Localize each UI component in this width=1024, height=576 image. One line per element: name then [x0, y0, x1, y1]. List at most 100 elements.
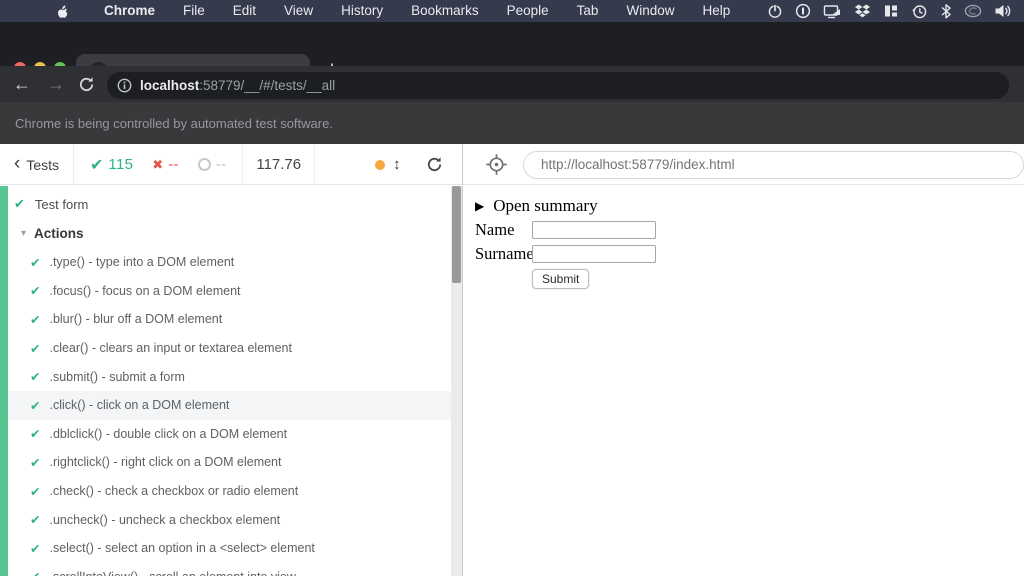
- submit-row: Submit: [475, 269, 1024, 289]
- menu-view[interactable]: View: [270, 0, 327, 22]
- failed-x-icon: ✖: [152, 157, 163, 173]
- automation-banner: Chrome is being controlled by automated …: [0, 102, 1024, 144]
- suite-title: Test form: [35, 197, 88, 212]
- test-item-clear[interactable]: ✔ .clear() - clears an input or textarea…: [8, 334, 452, 363]
- test-list: ✔ Test form ▾ Actions ✔ .type() - type i…: [8, 186, 452, 576]
- check-icon: ✔: [30, 283, 40, 298]
- test-duration: 117.76: [243, 144, 315, 185]
- reporter-test-list: ✔ Test form ▾ Actions ✔ .type() - type i…: [0, 186, 463, 576]
- dropbox-icon[interactable]: [854, 3, 871, 19]
- test-item-focus[interactable]: ✔ .focus() - focus on a DOM element: [8, 277, 452, 306]
- back-to-tests-button[interactable]: ‹ Tests: [0, 144, 74, 185]
- check-icon: ✔: [30, 341, 40, 356]
- test-item-label: .type() - type into a DOM element: [49, 255, 234, 269]
- test-item-label: .blur() - blur off a DOM element: [49, 312, 222, 326]
- surname-input[interactable]: [532, 245, 656, 263]
- volume-icon[interactable]: [994, 3, 1012, 19]
- cypress-runner: ‹ Tests ✔ 115 ✖ -- -- 117.76: [0, 144, 1024, 576]
- name-input[interactable]: [532, 221, 656, 239]
- failed-count: --: [168, 156, 179, 173]
- check-icon: ✔: [30, 255, 40, 270]
- passed-count: 115: [108, 156, 133, 173]
- menu-edit[interactable]: Edit: [219, 0, 270, 22]
- pending-circle-icon: [198, 158, 211, 171]
- macos-menubar: Chrome File Edit View History Bookmarks …: [0, 0, 1024, 22]
- forward-icon[interactable]: →: [42, 66, 70, 102]
- url-path: :58779/__/#/tests/__all: [199, 78, 335, 93]
- test-item-submit[interactable]: ✔ .submit() - submit a form: [8, 362, 452, 391]
- reporter-header: ‹ Tests ✔ 115 ✖ -- -- 117.76: [0, 144, 463, 185]
- test-item-uncheck[interactable]: ✔ .uncheck() - uncheck a checkbox elemen…: [8, 505, 452, 534]
- info-circle-icon[interactable]: [795, 3, 811, 19]
- menu-file[interactable]: File: [169, 0, 219, 22]
- test-stats: ✔ 115 ✖ -- --: [74, 144, 243, 185]
- swirl-icon[interactable]: [964, 3, 982, 19]
- test-item-label: .rightclick() - right click on a DOM ele…: [49, 455, 281, 469]
- test-item-label: .uncheck() - uncheck a checkbox element: [49, 513, 280, 527]
- back-icon[interactable]: ←: [8, 66, 36, 102]
- menu-history[interactable]: History: [327, 0, 397, 22]
- test-item-select[interactable]: ✔ .select() - select an option in a <sel…: [8, 534, 452, 563]
- automation-banner-text: Chrome is being controlled by automated …: [15, 116, 333, 131]
- menu-items: Chrome File Edit View History Bookmarks …: [90, 0, 744, 22]
- chrome-tabstrip: cy cypress ✕ +: [0, 22, 1024, 66]
- back-to-tests-label: Tests: [26, 157, 59, 173]
- aut-header: [464, 144, 1024, 185]
- url-host: localhost: [140, 78, 199, 93]
- menubar-status-icons: [767, 3, 1024, 20]
- time-machine-icon[interactable]: [911, 3, 928, 20]
- test-item-scrollintoview[interactable]: ✔ .scrollIntoView() - scroll an element …: [8, 563, 452, 576]
- open-summary-details[interactable]: ▶ Open summary: [475, 196, 1024, 216]
- stat-passed[interactable]: ✔ 115: [90, 155, 133, 175]
- runner-header: ‹ Tests ✔ 115 ✖ -- -- 117.76: [0, 144, 1024, 185]
- restart-tests-button[interactable]: [425, 155, 444, 174]
- check-icon: ✔: [30, 512, 40, 527]
- address-bar[interactable]: localhost:58779/__/#/tests/__all: [107, 72, 1009, 99]
- pending-count: --: [216, 156, 227, 173]
- stat-failed[interactable]: ✖ --: [152, 156, 179, 173]
- menu-chrome[interactable]: Chrome: [90, 0, 169, 22]
- test-item-label: .select() - select an option in a <selec…: [49, 541, 314, 555]
- test-item-dblclick[interactable]: ✔ .dblclick() - double click on a DOM el…: [8, 420, 452, 449]
- test-item-check[interactable]: ✔ .check() - check a checkbox or radio e…: [8, 477, 452, 506]
- suite-test-form[interactable]: ✔ Test form: [8, 189, 452, 219]
- site-info-icon[interactable]: [117, 78, 132, 93]
- menu-bookmarks[interactable]: Bookmarks: [397, 0, 493, 22]
- caret-down-icon: ▾: [21, 228, 26, 239]
- selector-playground-icon[interactable]: [485, 153, 508, 176]
- test-item-label: .focus() - focus on a DOM element: [49, 284, 240, 298]
- test-item-blur[interactable]: ✔ .blur() - blur off a DOM element: [8, 305, 452, 334]
- window-tiles-icon[interactable]: [883, 3, 899, 19]
- status-dot-icon: [375, 160, 385, 170]
- test-item-label: .submit() - submit a form: [49, 370, 184, 384]
- scrollbar-thumb[interactable]: [452, 186, 461, 283]
- bluetooth-icon[interactable]: [940, 3, 952, 20]
- apple-menu[interactable]: [55, 3, 70, 20]
- check-icon: ✔: [30, 541, 40, 556]
- surname-row: Surname: [475, 244, 1024, 264]
- check-icon: ✔: [30, 369, 40, 384]
- check-icon: ✔: [30, 484, 40, 499]
- chrome-toolbar: ← → localhost:58779/__/#/tests/__all: [0, 66, 1024, 102]
- suite-pass-strip: [0, 186, 8, 576]
- stat-pending[interactable]: --: [198, 156, 227, 173]
- aut-url-input[interactable]: [523, 151, 1024, 179]
- test-item-rightclick[interactable]: ✔ .rightclick() - right click on a DOM e…: [8, 448, 452, 477]
- test-item-click[interactable]: ✔ .click() - click on a DOM element: [8, 391, 452, 420]
- submit-button[interactable]: Submit: [532, 269, 589, 289]
- test-item-type[interactable]: ✔ .type() - type into a DOM element: [8, 248, 452, 277]
- power-icon[interactable]: [767, 3, 783, 19]
- viewport-scale-icon[interactable]: ↕: [393, 156, 401, 173]
- group-actions[interactable]: ▾ Actions: [8, 219, 452, 248]
- menu-people[interactable]: People: [493, 0, 563, 22]
- reload-icon[interactable]: [74, 72, 98, 96]
- triangle-right-icon: ▶: [475, 199, 484, 214]
- test-list-scrollbar[interactable]: [451, 186, 462, 576]
- aut-frame: ▶ Open summary Name Surname Submit: [464, 186, 1024, 576]
- screen-mirroring-icon[interactable]: [823, 3, 842, 19]
- menu-help[interactable]: Help: [688, 0, 744, 22]
- name-row: Name: [475, 220, 1024, 240]
- passed-check-icon: ✔: [90, 155, 103, 175]
- menu-tab[interactable]: Tab: [563, 0, 613, 22]
- menu-window[interactable]: Window: [612, 0, 688, 22]
